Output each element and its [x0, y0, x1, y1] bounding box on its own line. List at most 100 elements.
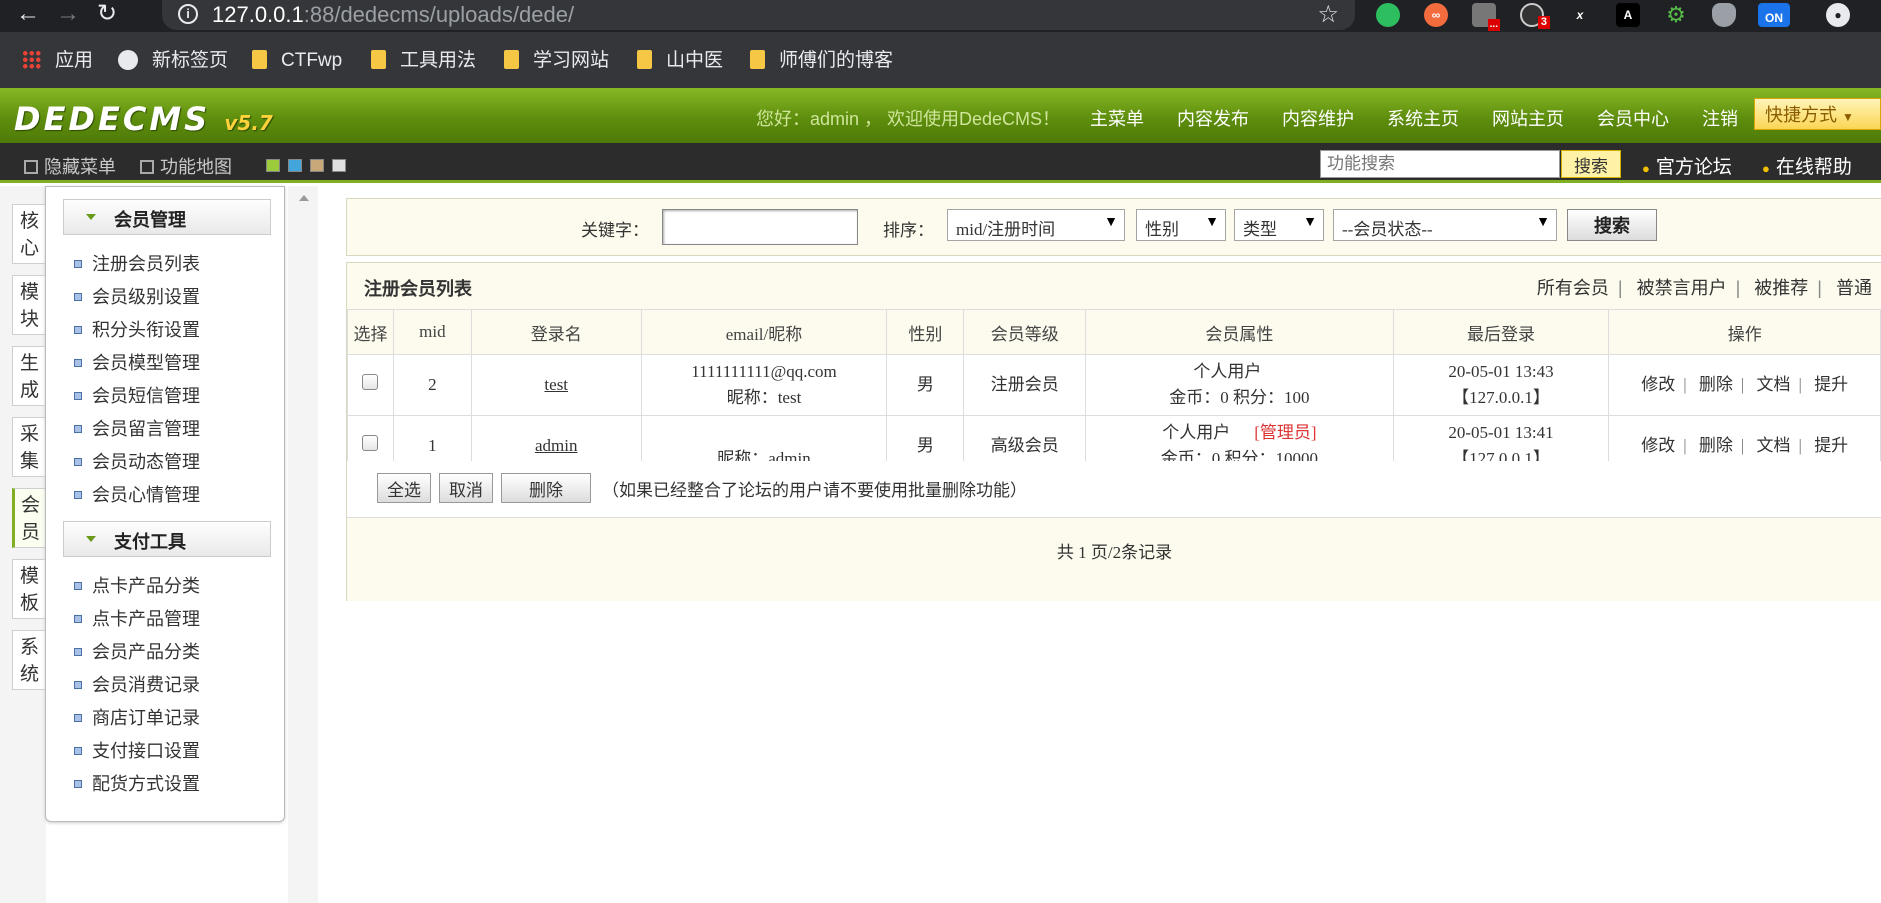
on-extension-icon[interactable]: ON — [1758, 3, 1790, 27]
bookmark-shanzhongyi[interactable]: 山中医 — [637, 48, 723, 74]
bookmark-ctfwp[interactable]: CTFwp — [252, 48, 342, 74]
nav-logout[interactable]: 注销 — [1702, 105, 1738, 131]
menu-item-card-management[interactable]: 点卡产品管理 — [74, 605, 200, 631]
folder-icon — [750, 50, 765, 69]
shield-extension-icon[interactable] — [1712, 3, 1736, 27]
menu-item-registered-members[interactable]: 注册会员列表 — [74, 250, 200, 276]
url-text[interactable]: 127.0.0.1:88/dedecms/uploads/dede/ — [212, 2, 574, 28]
select-all-button[interactable]: 全选 — [377, 473, 431, 503]
infinity-extension-icon[interactable]: ∞ — [1424, 3, 1448, 27]
back-arrow-icon[interactable]: ← — [16, 2, 40, 26]
profile-avatar-icon[interactable]: ● — [1826, 3, 1850, 27]
menu-item-payment-interface[interactable]: 支付接口设置 — [74, 737, 200, 763]
menu-item-member-sms[interactable]: 会员短信管理 — [74, 382, 200, 408]
bullet-icon — [74, 359, 82, 367]
type-select[interactable]: 类型 ▼ — [1234, 209, 1324, 241]
edit-link[interactable]: 修改 — [1641, 375, 1675, 394]
menu-item-member-activity[interactable]: 会员动态管理 — [74, 448, 200, 474]
nav-main-menu[interactable]: 主菜单 — [1090, 105, 1144, 131]
menu-item-delivery-methods[interactable]: 配货方式设置 — [74, 770, 200, 796]
cancel-button[interactable]: 取消 — [439, 473, 493, 503]
official-forum-link[interactable]: ● 官方论坛 — [1642, 152, 1732, 179]
member-table: 选择 mid 登录名 email/昵称 性别 会员等级 会员属性 最后登录 操作… — [347, 309, 1881, 477]
tab-template[interactable]: 模板 — [12, 559, 46, 619]
keyword-input[interactable] — [662, 209, 858, 245]
filter-recommended[interactable]: 被推荐 — [1754, 278, 1808, 298]
edit-link[interactable]: 修改 — [1641, 436, 1675, 455]
hide-menu-button[interactable]: 隐藏菜单 — [24, 153, 116, 179]
nav-site-home[interactable]: 网站主页 — [1492, 105, 1564, 131]
theme-swatch-tan[interactable] — [310, 159, 324, 172]
cell-last-login-time: 20-05-01 13:41 — [1448, 423, 1554, 442]
tab-collect[interactable]: 采集 — [12, 417, 46, 477]
main-content: 关键字： 排序： mid/注册时间 ▼ 性别 ▼ 类型 ▼ --会员状态-- ▼ 搜索 … — [318, 186, 1881, 903]
filter-all-members[interactable]: 所有会员 — [1537, 278, 1609, 298]
menu-item-member-model[interactable]: 会员模型管理 — [74, 349, 200, 375]
menu-item-shop-orders[interactable]: 商店订单记录 — [74, 704, 200, 730]
scroll-up-arrow-icon[interactable] — [299, 195, 309, 201]
browser-tab-bar: ← → ↻ i 127.0.0.1:88/dedecms/uploads/ded… — [0, 0, 1881, 32]
nav-content-publish[interactable]: 内容发布 — [1177, 105, 1249, 131]
delete-link[interactable]: 删除 — [1699, 436, 1733, 455]
tab-module[interactable]: 模块 — [12, 275, 46, 335]
row-checkbox[interactable] — [362, 435, 379, 451]
menu-splitter[interactable] — [288, 186, 318, 903]
octopus-extension-icon[interactable]: 3 — [1520, 3, 1550, 29]
menu-item-points-title[interactable]: 积分头衔设置 — [74, 316, 200, 342]
menu-item-consumption-records[interactable]: 会员消费记录 — [74, 671, 200, 697]
function-search-button[interactable]: 搜索 — [1561, 150, 1621, 178]
gender-select[interactable]: 性别 ▼ — [1136, 209, 1226, 241]
menu-item-member-product-category[interactable]: 会员产品分类 — [74, 638, 200, 664]
menu-group-member-management[interactable]: 会员管理 — [63, 199, 271, 235]
tab-member[interactable]: 会员 — [12, 488, 46, 548]
row-checkbox[interactable] — [362, 374, 379, 390]
bookmark-star-icon[interactable]: ☆ — [1317, 0, 1339, 29]
shortcut-menu-button[interactable]: 快捷方式 ▼ — [1754, 98, 1881, 130]
reload-icon[interactable]: ↻ — [97, 2, 117, 26]
bookmark-tools[interactable]: 工具用法 — [371, 48, 476, 74]
tab-core[interactable]: 核心 — [12, 204, 46, 264]
tab-generate[interactable]: 生成 — [12, 346, 46, 406]
member-status-select[interactable]: --会员状态-- ▼ — [1333, 209, 1557, 241]
nav-system-home[interactable]: 系统主页 — [1387, 105, 1459, 131]
table-header-row: 选择 mid 登录名 email/昵称 性别 会员等级 会员属性 最后登录 操作 — [347, 309, 1881, 355]
info-icon[interactable]: i — [178, 4, 198, 24]
forward-arrow-icon[interactable]: → — [56, 2, 80, 26]
menu-item-member-level[interactable]: 会员级别设置 — [74, 283, 200, 309]
filter-muted-users[interactable]: 被禁言用户 — [1637, 278, 1727, 298]
altair-extension-icon[interactable]: A — [1616, 3, 1640, 27]
online-help-link[interactable]: ● 在线帮助 — [1762, 152, 1852, 179]
documents-link[interactable]: 文档 — [1757, 436, 1791, 455]
evernote-extension-icon[interactable] — [1376, 3, 1400, 27]
documents-link[interactable]: 文档 — [1757, 375, 1791, 394]
nav-content-maintain[interactable]: 内容维护 — [1282, 105, 1354, 131]
menu-item-member-messages[interactable]: 会员留言管理 — [74, 415, 200, 441]
cell-login-link[interactable]: test — [470, 354, 642, 416]
batch-delete-button[interactable]: 删除 — [501, 473, 591, 503]
filter-normal[interactable]: 普通 — [1836, 278, 1872, 298]
bookmark-new-tab[interactable]: 新标签页 — [118, 48, 228, 74]
x-extension-icon[interactable]: x — [1568, 3, 1592, 27]
menu-group-payment-tools[interactable]: 支付工具 — [63, 521, 271, 557]
promote-link[interactable]: 提升 — [1814, 375, 1848, 394]
function-search-input[interactable] — [1320, 150, 1560, 178]
nav-member-center[interactable]: 会员中心 — [1597, 105, 1669, 131]
theme-swatch-green[interactable] — [266, 159, 280, 172]
promote-link[interactable]: 提升 — [1814, 436, 1848, 455]
search-button[interactable]: 搜索 — [1567, 209, 1657, 241]
theme-swatch-blue[interactable] — [288, 159, 302, 172]
bookmark-learning[interactable]: 学习网站 — [504, 48, 609, 74]
sort-select[interactable]: mid/注册时间 ▼ — [947, 209, 1125, 241]
collapse-triangle-icon — [86, 214, 96, 220]
delete-link[interactable]: 删除 — [1699, 375, 1733, 394]
tab-system[interactable]: 系统 — [12, 630, 46, 690]
theme-swatch-gray[interactable] — [332, 159, 346, 172]
bookmark-apps[interactable]: 应用 — [22, 48, 93, 74]
bookmark-masters-blogs[interactable]: 师傅们的博客 — [750, 48, 893, 74]
address-bar[interactable]: i 127.0.0.1:88/dedecms/uploads/dede/ ☆ — [162, 0, 1355, 30]
menu-item-member-mood[interactable]: 会员心情管理 — [74, 481, 200, 507]
function-map-button[interactable]: 功能地图 — [140, 153, 232, 179]
gear-extension-icon[interactable]: ⚙ — [1664, 3, 1688, 27]
menu-item-card-category[interactable]: 点卡产品分类 — [74, 572, 200, 598]
puzzle-extension-icon[interactable]: ... — [1472, 3, 1500, 31]
